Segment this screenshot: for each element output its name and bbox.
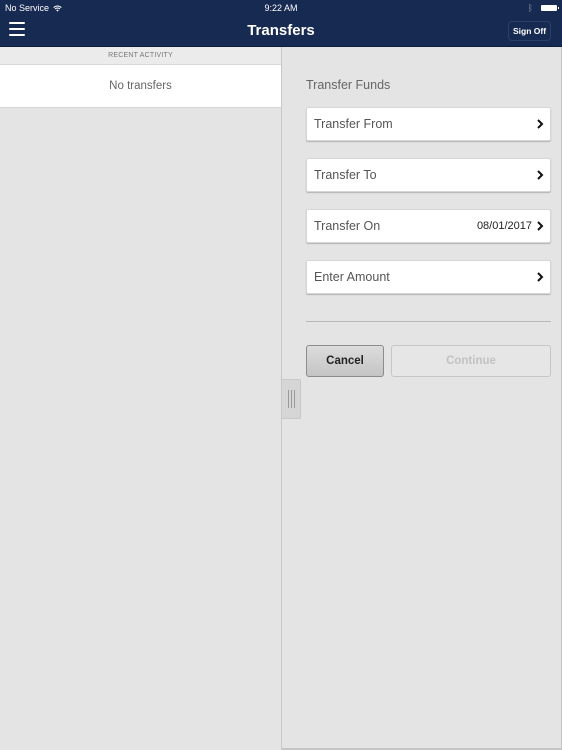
- page-title: Transfers: [247, 22, 315, 39]
- chevron-right-icon: [537, 170, 544, 180]
- chevron-right-icon: [537, 272, 544, 282]
- cancel-button[interactable]: Cancel: [306, 345, 384, 377]
- battery-icon: [541, 5, 559, 11]
- recent-activity-header: RECENT ACTIVITY: [0, 47, 281, 65]
- transfer-funds-title: Transfer Funds: [306, 78, 391, 92]
- continue-button[interactable]: Continue: [391, 345, 551, 377]
- status-bar-right: ᛒ: [527, 3, 559, 13]
- field-label: Transfer To: [314, 168, 377, 182]
- recent-activity-pane: RECENT ACTIVITY No transfers: [0, 47, 281, 750]
- bluetooth-icon: ᛒ: [527, 3, 533, 13]
- navigation-header: No Service 9:22 AM ᛒ Transfers Sign Off: [0, 0, 562, 47]
- form-divider: [306, 321, 551, 322]
- status-time: 9:22 AM: [264, 3, 298, 13]
- transfer-date-value: 08/01/2017: [476, 220, 532, 232]
- enter-amount-field[interactable]: Enter Amount: [306, 260, 551, 294]
- field-label: Enter Amount: [314, 270, 390, 284]
- transfer-on-field[interactable]: Transfer On 08/01/2017: [306, 209, 551, 243]
- no-transfers-message: No transfers: [0, 65, 281, 108]
- transfer-from-field[interactable]: Transfer From: [306, 107, 551, 141]
- field-label: Transfer On: [314, 219, 381, 233]
- sign-off-button[interactable]: Sign Off: [508, 21, 551, 41]
- transfer-funds-pane: Transfer Funds Transfer From Transfer To…: [282, 47, 562, 750]
- field-label: Transfer From: [314, 117, 393, 131]
- chevron-right-icon: [537, 119, 544, 129]
- transfer-to-field[interactable]: Transfer To: [306, 158, 551, 192]
- drag-handle-icon[interactable]: [282, 379, 301, 419]
- chevron-right-icon: [537, 221, 544, 231]
